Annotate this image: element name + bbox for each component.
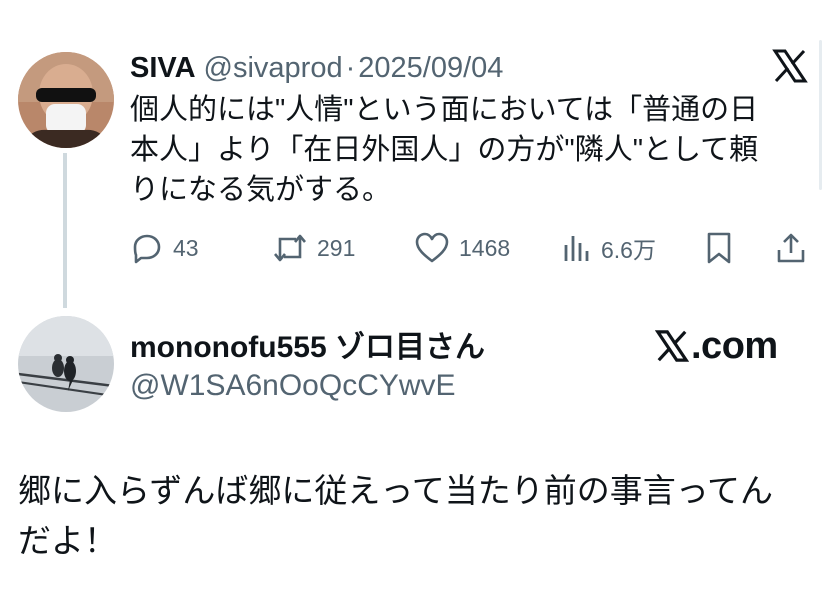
- share-icon: [777, 233, 805, 263]
- repost-button[interactable]: 291: [272, 228, 355, 268]
- views-button[interactable]: 6.6万: [562, 228, 656, 268]
- scrollbar[interactable]: [819, 40, 822, 190]
- views-icon: [564, 236, 589, 261]
- x-com-label: .com: [691, 324, 778, 367]
- like-count: 1468: [459, 234, 511, 261]
- repost-count: 291: [317, 234, 356, 261]
- reply-text-line: 郷に入らずんば郷に従えって当たり前の事言ってん: [18, 472, 774, 509]
- bookmark-icon: [707, 232, 731, 264]
- tweet-text-line: 個人的には"人情"という面においては「普通の日: [130, 94, 759, 126]
- header-separator: ·: [345, 51, 356, 84]
- tweet-text-line: りになる気がする。: [130, 174, 392, 206]
- siva-avatar[interactable]: [18, 52, 114, 148]
- reply-display-name[interactable]: mononofu555 ゾロ目さん: [130, 324, 485, 364]
- mononofu-avatar[interactable]: [18, 316, 114, 412]
- share-button[interactable]: [774, 228, 808, 268]
- siva-avatar-image: [18, 52, 114, 148]
- repost-icon: [274, 234, 306, 262]
- bookmark-button[interactable]: [704, 228, 734, 268]
- reply-text: 郷に入らずんば郷に従えって当たり前の事言ってん だよ！: [18, 466, 818, 566]
- reply-text-line: だよ！: [18, 522, 117, 559]
- reply-icon: [133, 234, 161, 264]
- quoted-display-name[interactable]: SIVA: [130, 52, 196, 85]
- view-count: 6.6万: [601, 237, 656, 263]
- like-button[interactable]: 1468: [414, 228, 510, 268]
- quoted-date[interactable]: 2025/09/04: [358, 52, 503, 85]
- quoted-tweet-text: 個人的には"人情"という面においては「普通の日 本人」より「在日外国人」の方が"…: [130, 90, 790, 210]
- x-logo-icon: [772, 48, 808, 84]
- reply-button[interactable]: 43: [130, 228, 199, 268]
- quoted-handle[interactable]: @sivaprod: [204, 52, 343, 85]
- x-com-badge: .com: [654, 322, 778, 370]
- quoted-tweet-header: SIVA @sivaprod · 2025/09/04: [130, 50, 503, 86]
- like-icon: [415, 232, 449, 263]
- mononofu-avatar-image: [18, 316, 114, 412]
- reply-count: 43: [173, 234, 199, 261]
- x-logo-icon: [654, 329, 690, 363]
- action-bar: 43 291 1468 6.6万: [0, 228, 828, 268]
- tweet-text-line: 本人」より「在日外国人」の方が"隣人"として頼: [130, 134, 759, 166]
- reply-handle[interactable]: @W1SA6nOoQcCYwvE: [130, 366, 456, 406]
